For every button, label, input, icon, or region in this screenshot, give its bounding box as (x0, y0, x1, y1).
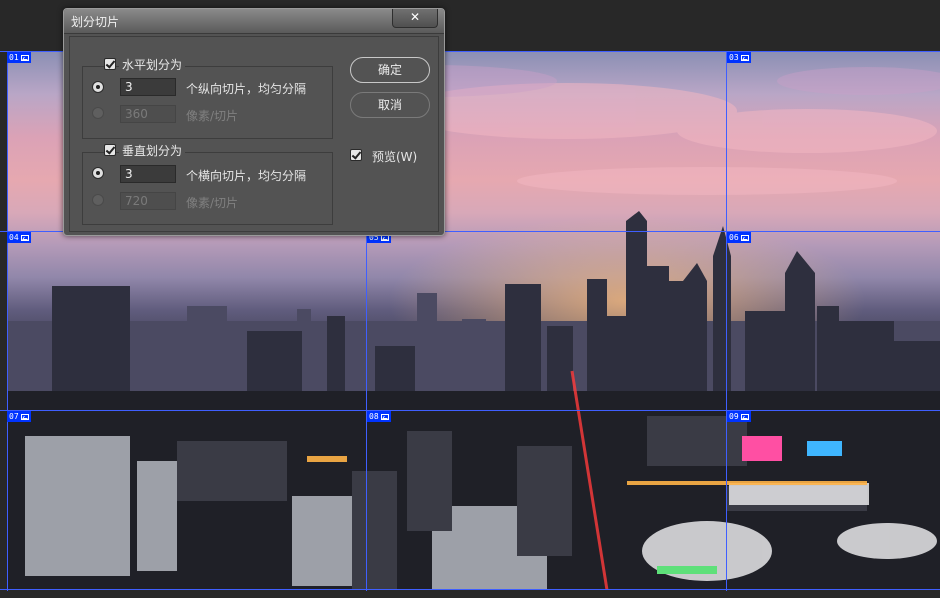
slice-guide-horizontal-4[interactable] (0, 589, 940, 590)
image-slice-icon (20, 413, 29, 420)
vertical-count-input[interactable]: 3 (120, 165, 176, 183)
dialog-titlebar[interactable]: 划分切片 ✕ (64, 9, 444, 34)
horizontal-divide-label: 水平划分为 (119, 56, 186, 73)
slice-guide-horizontal-3[interactable] (0, 410, 940, 411)
slice-badge-03[interactable]: 03 (727, 52, 751, 63)
slice-number: 09 (729, 412, 739, 421)
slice-number: 07 (9, 412, 19, 421)
slice-badge-08[interactable]: 08 (367, 411, 391, 422)
dialog-title: 划分切片 (71, 15, 120, 29)
dialog-body: 水平划分为 3 个纵向切片，均匀分隔 360 像素/切片 垂直划分为 3 个横向… (69, 36, 439, 232)
vertical-count-label: 个横向切片，均匀分隔 (186, 169, 307, 183)
image-slice-icon (740, 234, 749, 241)
horizontal-divide-checkbox[interactable] (104, 58, 116, 70)
slice-guide-vertical-3[interactable] (726, 51, 727, 591)
ok-button[interactable]: 确定 (350, 57, 430, 83)
horizontal-divide-group (82, 66, 333, 139)
vertical-divide-label: 垂直划分为 (119, 142, 186, 159)
horizontal-count-radio[interactable] (92, 81, 104, 93)
cancel-button[interactable]: 取消 (350, 92, 430, 118)
slice-number: 03 (729, 53, 739, 62)
close-button[interactable]: ✕ (392, 9, 438, 28)
close-icon: ✕ (409, 10, 421, 24)
slice-number: 04 (9, 233, 19, 242)
vertical-pixels-label: 像素/切片 (186, 196, 239, 210)
vertical-count-radio[interactable] (92, 167, 104, 179)
divide-slice-dialog: 划分切片 ✕ 水平划分为 3 个纵向切片，均匀分隔 360 像素/切片 垂直划分… (63, 8, 445, 236)
slice-badge-09[interactable]: 09 (727, 411, 751, 422)
image-slice-icon (740, 54, 749, 61)
preview-label: 预览(W) (372, 150, 418, 164)
slice-number: 01 (9, 53, 19, 62)
preview-checkbox[interactable] (350, 149, 362, 161)
vertical-pixels-input[interactable]: 720 (120, 192, 176, 210)
slice-badge-01[interactable]: 01 (7, 52, 31, 63)
horizontal-pixels-radio[interactable] (92, 107, 104, 119)
vertical-divide-group (82, 152, 333, 225)
horizontal-pixels-input[interactable]: 360 (120, 105, 176, 123)
slice-number: 08 (369, 412, 379, 421)
horizontal-count-input[interactable]: 3 (120, 78, 176, 96)
slice-number: 06 (729, 233, 739, 242)
horizontal-count-label: 个纵向切片，均匀分隔 (186, 82, 307, 96)
horizontal-pixels-label: 像素/切片 (186, 109, 239, 123)
slice-guide-vertical-1[interactable] (7, 51, 8, 591)
slice-badge-07[interactable]: 07 (7, 411, 31, 422)
image-slice-icon (20, 54, 29, 61)
image-slice-icon (740, 413, 749, 420)
vertical-divide-checkbox[interactable] (104, 144, 116, 156)
slice-badge-06[interactable]: 06 (727, 232, 751, 243)
vertical-pixels-radio[interactable] (92, 194, 104, 206)
slice-badge-04[interactable]: 04 (7, 232, 31, 243)
image-slice-icon (380, 413, 389, 420)
image-slice-icon (20, 234, 29, 241)
